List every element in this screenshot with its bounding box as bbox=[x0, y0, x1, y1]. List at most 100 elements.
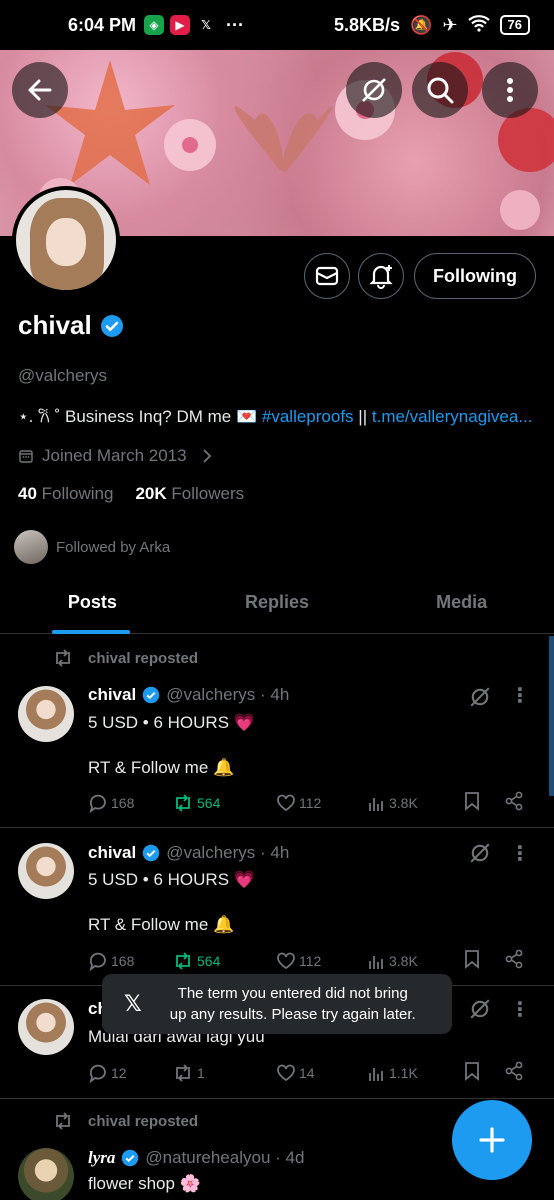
comment-icon bbox=[89, 1064, 106, 1083]
post-text-line: 5 USD • 6 HOURS 💗 bbox=[88, 870, 255, 889]
message-button[interactable] bbox=[304, 253, 350, 299]
post-more-button[interactable]: ⋮ bbox=[510, 683, 530, 708]
repost-indicator: chival reposted bbox=[52, 1112, 198, 1130]
grok-icon bbox=[362, 78, 386, 102]
more-options-button[interactable] bbox=[482, 62, 538, 118]
like-count: 112 bbox=[299, 794, 322, 811]
bookmark-icon bbox=[465, 792, 479, 811]
grok-icon bbox=[470, 999, 490, 1019]
verified-badge-icon bbox=[122, 1149, 139, 1167]
heart-icon bbox=[277, 952, 295, 969]
x-logo-icon: 𝕏 bbox=[124, 991, 142, 1016]
reply-count: 168 bbox=[111, 952, 135, 969]
heart-icon bbox=[277, 794, 295, 811]
calendar-icon bbox=[19, 450, 33, 463]
tab-replies[interactable]: Replies bbox=[185, 572, 370, 633]
back-button[interactable] bbox=[12, 62, 68, 118]
post-meta: @valcherys · 4h bbox=[166, 843, 290, 862]
bookmark-button[interactable] bbox=[464, 791, 504, 814]
tab-posts[interactable]: Posts bbox=[0, 572, 185, 634]
plus-icon bbox=[479, 1127, 505, 1153]
following-stat[interactable]: 40 Following bbox=[18, 484, 113, 504]
profile-tabs: Posts Replies Media bbox=[0, 572, 554, 634]
reply-button[interactable]: 168 bbox=[88, 793, 172, 813]
bell-plus-icon bbox=[369, 265, 393, 289]
compose-post-button[interactable] bbox=[452, 1100, 532, 1180]
mute-icon: 🔕 bbox=[410, 14, 433, 35]
search-icon bbox=[427, 77, 454, 104]
grok-post-button[interactable] bbox=[468, 841, 492, 870]
network-speed: 5.8KB/s bbox=[333, 14, 401, 35]
followed-by-row[interactable]: Followed by Arka bbox=[14, 530, 170, 564]
post-author[interactable]: chival bbox=[88, 843, 136, 863]
follower-avatar bbox=[14, 530, 48, 564]
joined-date: Joined March 2013 bbox=[42, 446, 187, 465]
reply-button[interactable]: 12 bbox=[88, 1063, 172, 1083]
views-button[interactable]: 3.8K bbox=[368, 794, 464, 812]
bio-url-link[interactable]: t.me/vallerynagivea... bbox=[372, 407, 533, 426]
views-count: 3.8K bbox=[389, 794, 418, 811]
error-toast: 𝕏 The term you entered did not bring up … bbox=[102, 974, 452, 1034]
heart-icon bbox=[277, 1064, 295, 1081]
share-button[interactable] bbox=[504, 949, 524, 972]
views-chart-icon bbox=[369, 955, 383, 969]
profile-avatar[interactable] bbox=[12, 186, 120, 294]
repost-button[interactable]: 564 bbox=[172, 793, 276, 812]
post-more-button[interactable]: ⋮ bbox=[510, 841, 530, 866]
post-avatar[interactable] bbox=[18, 1148, 74, 1200]
bookmark-icon bbox=[465, 1062, 479, 1081]
repost-icon bbox=[176, 1063, 190, 1082]
repost-button[interactable]: 1 bbox=[172, 1063, 276, 1082]
post-text-line: flower shop 🌸 bbox=[88, 1174, 201, 1193]
post-author[interactable]: lyra bbox=[88, 1148, 115, 1168]
repost-label: chival reposted bbox=[88, 1112, 199, 1130]
repost-button[interactable]: 564 bbox=[172, 951, 276, 970]
bio-hashtag-link[interactable]: #valleproofs bbox=[262, 407, 354, 426]
search-button[interactable] bbox=[412, 62, 468, 118]
post-avatar[interactable] bbox=[18, 843, 74, 899]
toast-line: up any results. Please try again later. bbox=[169, 1006, 416, 1023]
like-button[interactable]: 14 bbox=[276, 1064, 368, 1082]
post-actions: 168 564 112 3.8K bbox=[88, 791, 534, 814]
like-button[interactable]: 112 bbox=[276, 952, 368, 970]
toast-line: The term you entered did not bring bbox=[177, 985, 408, 1002]
like-count: 112 bbox=[299, 952, 322, 969]
share-icon bbox=[505, 949, 523, 969]
post-author[interactable]: chival bbox=[88, 685, 136, 705]
post-more-button[interactable]: ⋮ bbox=[510, 997, 530, 1022]
bookmark-button[interactable] bbox=[464, 949, 504, 972]
profile-handle: @valcherys bbox=[18, 366, 108, 385]
repost-count: 564 bbox=[197, 794, 221, 811]
chevron-right-icon bbox=[202, 449, 211, 463]
grok-post-button[interactable] bbox=[468, 997, 492, 1026]
views-button[interactable]: 3.8K bbox=[368, 952, 464, 970]
views-count: 1.1K bbox=[389, 1064, 418, 1081]
following-button[interactable]: Following bbox=[414, 253, 536, 299]
followers-stat[interactable]: 20K Followers bbox=[135, 484, 244, 504]
joined-date-row[interactable]: Joined March 2013 bbox=[18, 446, 213, 466]
post-item[interactable]: chival @valcherys · 4h ⋮ 5 USD • 6 HOURS… bbox=[0, 829, 554, 986]
tab-media[interactable]: Media bbox=[369, 572, 554, 633]
post-meta: @naturehealyou · 4d bbox=[145, 1148, 305, 1167]
post-item[interactable]: chival reposted chival @valcherys · 4h ⋮… bbox=[0, 635, 554, 828]
repost-count: 1 bbox=[197, 1064, 205, 1081]
views-button[interactable]: 1.1K bbox=[368, 1064, 464, 1082]
bookmark-button[interactable] bbox=[464, 1061, 504, 1084]
reply-count: 168 bbox=[111, 794, 135, 811]
share-button[interactable] bbox=[504, 1061, 524, 1084]
profile-name-row: chival bbox=[18, 310, 124, 341]
repost-label: chival reposted bbox=[88, 649, 199, 667]
grok-post-button[interactable] bbox=[468, 685, 492, 714]
grok-button[interactable] bbox=[346, 62, 402, 118]
like-button[interactable]: 112 bbox=[276, 794, 368, 812]
followed-by-text: Followed by Arka bbox=[56, 538, 171, 556]
grok-icon bbox=[470, 687, 490, 707]
post-avatar[interactable] bbox=[18, 686, 74, 742]
notifications-button[interactable] bbox=[358, 253, 404, 299]
share-button[interactable] bbox=[504, 791, 524, 814]
battery-indicator: 76 bbox=[499, 15, 530, 35]
post-header: lyra @naturehealyou · 4d bbox=[88, 1148, 304, 1168]
reply-button[interactable]: 168 bbox=[88, 951, 172, 971]
repost-icon bbox=[176, 793, 190, 812]
post-avatar[interactable] bbox=[18, 999, 74, 1055]
